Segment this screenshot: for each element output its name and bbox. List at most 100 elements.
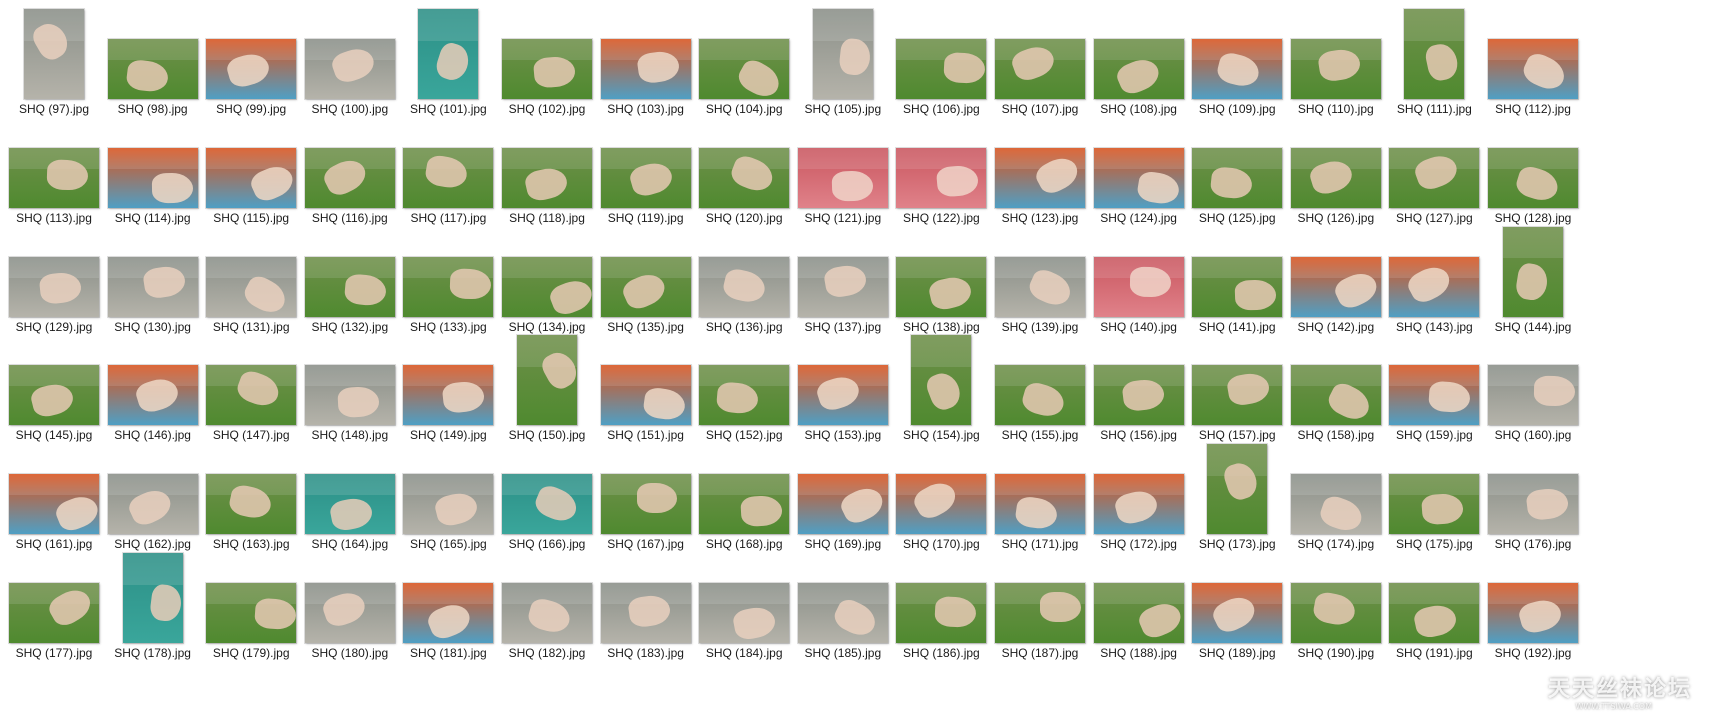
image-thumbnail[interactable] (502, 39, 592, 99)
file-item[interactable]: SHQ (113).jpg (0, 113, 108, 227)
file-item[interactable]: SHQ (162).jpg (99, 439, 207, 553)
image-thumbnail[interactable] (797, 256, 888, 317)
image-thumbnail[interactable] (797, 583, 888, 643)
image-thumbnail[interactable] (995, 256, 1085, 317)
file-item[interactable]: SHQ (183).jpg (592, 548, 700, 662)
image-thumbnail[interactable] (1207, 444, 1268, 535)
image-thumbnail[interactable] (995, 39, 1085, 99)
image-thumbnail[interactable] (107, 365, 198, 426)
image-thumbnail[interactable] (1192, 583, 1283, 643)
image-thumbnail[interactable] (699, 256, 790, 317)
image-thumbnail[interactable] (1093, 39, 1184, 99)
image-thumbnail[interactable] (699, 39, 790, 99)
image-thumbnail[interactable] (107, 256, 198, 317)
file-item[interactable]: SHQ (155).jpg (986, 330, 1094, 444)
image-thumbnail[interactable] (699, 474, 790, 535)
image-thumbnail[interactable] (896, 147, 987, 208)
file-item[interactable]: SHQ (102).jpg (493, 4, 601, 118)
image-thumbnail[interactable] (1389, 256, 1480, 317)
file-item[interactable]: SHQ (190).jpg (1282, 548, 1390, 662)
image-thumbnail[interactable] (699, 365, 790, 426)
file-item[interactable]: SHQ (140).jpg (1085, 222, 1193, 336)
file-item[interactable]: SHQ (137).jpg (789, 222, 897, 336)
image-thumbnail[interactable] (403, 147, 494, 208)
image-thumbnail[interactable] (206, 39, 297, 99)
image-thumbnail[interactable] (600, 365, 691, 426)
image-thumbnail[interactable] (1192, 365, 1283, 426)
file-item[interactable]: SHQ (187).jpg (986, 548, 1094, 662)
file-item[interactable]: SHQ (172).jpg (1085, 439, 1193, 553)
image-thumbnail[interactable] (699, 583, 790, 643)
file-item[interactable]: SHQ (164).jpg (296, 439, 404, 553)
image-thumbnail[interactable] (1093, 365, 1184, 426)
file-item[interactable]: SHQ (110).jpg (1282, 4, 1390, 118)
file-item[interactable]: SHQ (166).jpg (493, 439, 601, 553)
file-item[interactable]: SHQ (174).jpg (1282, 439, 1390, 553)
file-item[interactable]: SHQ (128).jpg (1479, 113, 1587, 227)
file-item[interactable]: SHQ (119).jpg (592, 113, 700, 227)
file-item[interactable]: SHQ (152).jpg (690, 330, 798, 444)
file-item[interactable]: SHQ (151).jpg (592, 330, 700, 444)
image-thumbnail[interactable] (1290, 39, 1381, 99)
file-item[interactable]: SHQ (191).jpg (1380, 548, 1488, 662)
file-item[interactable]: SHQ (147).jpg (197, 330, 305, 444)
file-item[interactable]: SHQ (97).jpg (0, 4, 108, 118)
image-thumbnail[interactable] (995, 147, 1085, 208)
file-item[interactable]: SHQ (189).jpg (1183, 548, 1291, 662)
file-item[interactable]: SHQ (107).jpg (986, 4, 1094, 118)
file-item[interactable]: SHQ (135).jpg (592, 222, 700, 336)
image-thumbnail[interactable] (1488, 147, 1578, 208)
image-thumbnail[interactable] (1290, 474, 1381, 535)
image-thumbnail[interactable] (206, 474, 297, 535)
file-item[interactable]: SHQ (180).jpg (296, 548, 404, 662)
image-thumbnail[interactable] (1093, 147, 1184, 208)
file-item[interactable]: SHQ (124).jpg (1085, 113, 1193, 227)
image-thumbnail[interactable] (122, 553, 183, 643)
file-item[interactable]: SHQ (103).jpg (592, 4, 700, 118)
file-item[interactable]: SHQ (134).jpg (493, 222, 601, 336)
file-item[interactable]: SHQ (122).jpg (887, 113, 995, 227)
file-item[interactable]: SHQ (101).jpg (394, 4, 502, 118)
file-item[interactable]: SHQ (117).jpg (394, 113, 502, 227)
file-item[interactable]: SHQ (104).jpg (690, 4, 798, 118)
file-item[interactable]: SHQ (120).jpg (690, 113, 798, 227)
file-item[interactable]: SHQ (106).jpg (887, 4, 995, 118)
image-thumbnail[interactable] (9, 365, 99, 426)
image-thumbnail[interactable] (797, 474, 888, 535)
file-item[interactable]: SHQ (177).jpg (0, 548, 108, 662)
image-thumbnail[interactable] (896, 474, 987, 535)
image-thumbnail[interactable] (9, 147, 99, 208)
image-thumbnail[interactable] (1389, 583, 1480, 643)
image-thumbnail[interactable] (304, 39, 395, 99)
file-item[interactable]: SHQ (178).jpg (99, 548, 207, 662)
file-item[interactable]: SHQ (116).jpg (296, 113, 404, 227)
file-item[interactable]: SHQ (186).jpg (887, 548, 995, 662)
image-thumbnail[interactable] (600, 147, 691, 208)
file-item[interactable]: SHQ (142).jpg (1282, 222, 1390, 336)
image-thumbnail[interactable] (995, 365, 1085, 426)
file-item[interactable]: SHQ (179).jpg (197, 548, 305, 662)
file-item[interactable]: SHQ (132).jpg (296, 222, 404, 336)
file-item[interactable]: SHQ (133).jpg (394, 222, 502, 336)
image-thumbnail[interactable] (812, 9, 873, 99)
image-thumbnail[interactable] (1093, 474, 1184, 535)
file-item[interactable]: SHQ (143).jpg (1380, 222, 1488, 336)
image-thumbnail[interactable] (896, 583, 987, 643)
file-item[interactable]: SHQ (153).jpg (789, 330, 897, 444)
image-thumbnail[interactable] (797, 365, 888, 426)
file-item[interactable]: SHQ (171).jpg (986, 439, 1094, 553)
image-thumbnail[interactable] (403, 365, 494, 426)
file-item[interactable]: SHQ (165).jpg (394, 439, 502, 553)
file-item[interactable]: SHQ (115).jpg (197, 113, 305, 227)
image-thumbnail[interactable] (9, 474, 99, 535)
file-item[interactable]: SHQ (173).jpg (1183, 439, 1291, 553)
image-thumbnail[interactable] (24, 9, 84, 99)
image-thumbnail[interactable] (1503, 226, 1563, 317)
image-thumbnail[interactable] (1290, 256, 1381, 317)
file-item[interactable]: SHQ (98).jpg (99, 4, 207, 118)
file-item[interactable]: SHQ (170).jpg (887, 439, 995, 553)
file-item[interactable]: SHQ (157).jpg (1183, 330, 1291, 444)
file-item[interactable]: SHQ (126).jpg (1282, 113, 1390, 227)
image-thumbnail[interactable] (1192, 147, 1283, 208)
file-item[interactable]: SHQ (145).jpg (0, 330, 108, 444)
